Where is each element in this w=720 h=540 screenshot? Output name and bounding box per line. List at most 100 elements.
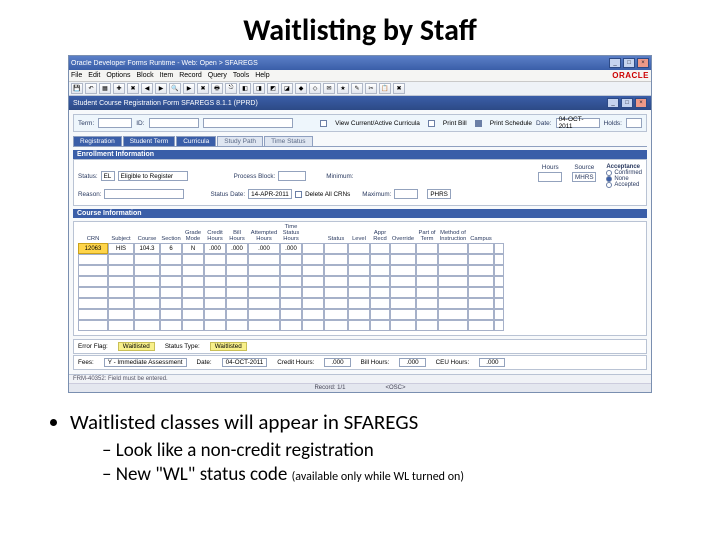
delete-all-crns-checkbox[interactable] [295,191,302,198]
form-minimize-button[interactable]: _ [607,98,619,108]
next-icon[interactable]: ▶ [155,83,167,94]
form-title-bar: Student Course Registration Form SFAREGS… [69,96,651,110]
menu-edit[interactable]: Edit [88,72,100,79]
max-hours-field[interactable] [394,189,418,199]
tool-a-icon[interactable]: ◧ [239,83,251,94]
rollback-icon[interactable]: ↶ [85,83,97,94]
cell-subject[interactable]: HIS [108,243,134,254]
cell-method[interactable] [438,243,468,254]
course-section-title: Course Information [73,209,647,218]
tool-d-icon[interactable]: ◪ [281,83,293,94]
close-button[interactable]: × [637,58,649,68]
cell-partof[interactable] [416,243,438,254]
key-block: Term: ID: View Current/Active Curricula … [73,114,647,132]
table-row[interactable]: 12063 HIS 104.3 6 N .000 .000 .000 .000 [76,243,644,254]
menu-record[interactable]: Record [179,72,202,79]
select-icon[interactable]: ▦ [99,83,111,94]
menu-help[interactable]: Help [255,72,269,79]
execute-query-icon[interactable]: ▶ [183,83,195,94]
tool-k-icon[interactable]: 📋 [379,83,391,94]
menu-options[interactable]: Options [106,72,130,79]
tool-f-icon[interactable]: ◇ [309,83,321,94]
minimize-button[interactable]: _ [609,58,621,68]
cell-appr[interactable] [370,243,390,254]
tab-registration[interactable]: Registration [73,136,122,146]
tool-e-icon[interactable]: ◆ [295,83,307,94]
process-field[interactable] [278,171,306,181]
tab-time-status[interactable]: Time Status [264,136,312,146]
tab-curricula[interactable]: Curricula [176,136,216,146]
cell-override[interactable] [390,243,416,254]
ceu-hours-label: CEU Hours: [436,359,470,366]
cell-grade-mode[interactable]: N [182,243,204,254]
table-row[interactable] [76,254,644,265]
tool-j-icon[interactable]: ✂ [365,83,377,94]
enter-query-icon[interactable]: 🔍 [169,83,181,94]
prev-icon[interactable]: ◀ [141,83,153,94]
print-icon[interactable]: 🖶 [211,83,223,94]
reason-field[interactable] [104,189,184,199]
tool-g-icon[interactable]: ✉ [323,83,335,94]
menu-tools[interactable]: Tools [233,72,249,79]
status-code-field[interactable]: EL [101,171,115,181]
tool-b-icon[interactable]: ◨ [253,83,265,94]
table-row[interactable] [76,298,644,309]
print-schedule-checkbox[interactable] [475,120,482,127]
tool-i-icon[interactable]: ✎ [351,83,363,94]
cell-crn[interactable]: 12063 [78,243,108,254]
table-row[interactable] [76,287,644,298]
maximize-button[interactable]: □ [623,58,635,68]
cell-status[interactable] [324,243,348,254]
titlebar: Oracle Developer Forms Runtime - Web: Op… [69,56,651,70]
insert-icon[interactable]: ✚ [113,83,125,94]
cell-course[interactable]: 104.3 [134,243,160,254]
form-close-button[interactable]: × [635,98,647,108]
table-row[interactable] [76,265,644,276]
save-icon[interactable]: 💾 [71,83,83,94]
menu-file[interactable]: File [71,72,82,79]
exit-icon[interactable]: ⎋ [225,83,237,94]
tool-c-icon[interactable]: ◩ [267,83,279,94]
error-flag-label: Error Flag: [78,343,108,350]
fees-field[interactable]: Y - Immediate Assessment [104,358,187,367]
term-field[interactable] [98,118,132,128]
cell-credit[interactable]: .000 [204,243,226,254]
enrollment-section-title: Enrollment Information [73,150,647,159]
menu-block[interactable]: Block [136,72,153,79]
tool-close-icon[interactable]: ✖ [393,83,405,94]
hdr-status: Status [324,236,348,242]
view-curricula-checkbox[interactable] [320,120,327,127]
table-row[interactable] [76,309,644,320]
delete-all-crns-label: Delete All CRNs [305,191,350,198]
cell-attempted[interactable]: .000 [248,243,280,254]
cell-bill[interactable]: .000 [226,243,248,254]
cell-level[interactable] [348,243,370,254]
cell-flag[interactable] [494,243,504,254]
hdr-bill: Bill Hours [226,230,248,242]
holds-field[interactable] [626,118,642,128]
hours-header: Hours [538,164,562,171]
name-field[interactable] [203,118,293,128]
menu-item[interactable]: Item [160,72,174,79]
tab-study-path[interactable]: Study Path [217,136,263,146]
id-field[interactable] [149,118,199,128]
cell-status-hours[interactable] [302,243,324,254]
date-field[interactable]: 04-OCT-2011 [556,118,600,128]
window-title: Oracle Developer Forms Runtime - Web: Op… [71,60,258,67]
cell-campus[interactable] [468,243,494,254]
bullet-1: Waitlisted classes will appear in SFAREG… [70,409,676,435]
table-row[interactable] [76,320,644,331]
cell-time[interactable]: .000 [280,243,302,254]
delete-icon[interactable]: ✖ [127,83,139,94]
table-row[interactable] [76,276,644,287]
cell-section[interactable]: 6 [160,243,182,254]
tab-student-term[interactable]: Student Term [123,136,176,146]
menu-query[interactable]: Query [208,72,227,79]
tool-h-icon[interactable]: ★ [337,83,349,94]
min-hours-field[interactable] [538,172,562,182]
status-date-field[interactable]: 14-APR-2011 [248,189,292,199]
cancel-query-icon[interactable]: ✖ [197,83,209,94]
print-bill-checkbox[interactable] [428,120,435,127]
form-maximize-button[interactable]: □ [621,98,633,108]
acc-accepted-radio[interactable] [606,182,612,188]
